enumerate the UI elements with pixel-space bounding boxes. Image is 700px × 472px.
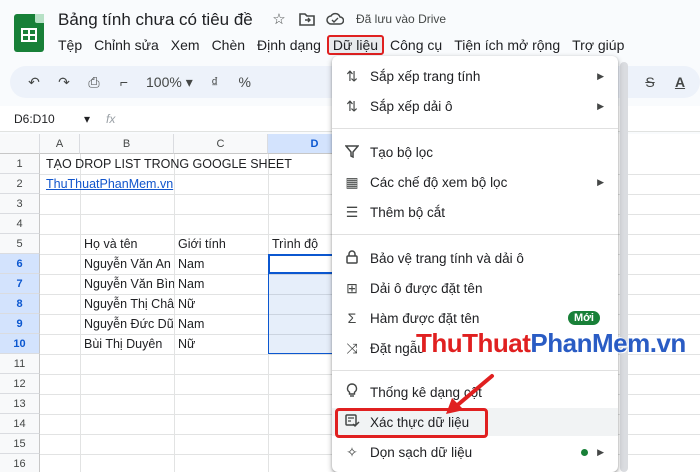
- active-cell[interactable]: [268, 254, 334, 274]
- row-header-11[interactable]: 11: [0, 354, 40, 374]
- menu-separator: [332, 370, 618, 371]
- text-color-icon[interactable]: A: [672, 74, 688, 90]
- cleanup-icon: ✧: [346, 443, 358, 460]
- menu-separator: [332, 128, 618, 129]
- row-header-7[interactable]: 7: [0, 274, 40, 294]
- menu-view[interactable]: Xem: [165, 35, 206, 55]
- cloud-saved-icon[interactable]: [326, 10, 344, 28]
- cell-d5[interactable]: Trình độ: [268, 234, 332, 254]
- new-badge: Mới: [567, 311, 600, 325]
- submenu-arrow-icon: ▶: [597, 446, 604, 457]
- sigma-icon: Σ: [347, 310, 357, 326]
- row-header-2[interactable]: 2: [0, 174, 40, 194]
- cell-c9[interactable]: Nam: [174, 314, 268, 334]
- row-header-12[interactable]: 12: [0, 374, 40, 394]
- redo-icon[interactable]: ↷: [56, 74, 72, 91]
- cell-c6[interactable]: Nam: [174, 254, 268, 274]
- cell-b6[interactable]: Nguyễn Văn An: [80, 254, 174, 274]
- menu-item-sort-sheet[interactable]: ⇅ Sắp xếp trang tính ▶: [332, 62, 618, 90]
- sort-icon: ⇅: [346, 67, 358, 84]
- annotation-arrow-icon: [446, 374, 494, 414]
- row-header-16[interactable]: 16: [0, 454, 40, 472]
- name-box[interactable]: D6:D10 ▾: [0, 112, 100, 126]
- menu-extensions[interactable]: Tiện ích mở rộng: [448, 35, 566, 55]
- row-header-3[interactable]: 3: [0, 194, 40, 214]
- row-header-8[interactable]: 8: [0, 294, 40, 314]
- submenu-arrow-icon: ▶: [597, 100, 604, 111]
- currency-button[interactable]: ₫: [207, 74, 223, 90]
- watermark: ThuThuatPhanMem.vn: [416, 328, 686, 358]
- saved-status: Đã lưu vào Drive: [356, 12, 447, 26]
- strikethrough-icon[interactable]: S: [642, 74, 658, 90]
- filter-views-icon: ▦: [345, 173, 359, 190]
- cell-c8[interactable]: Nữ: [174, 294, 268, 314]
- menu-tools[interactable]: Công cụ: [384, 35, 448, 55]
- new-indicator-dot: [581, 448, 588, 456]
- menu-data[interactable]: Dữ liệu: [326, 35, 385, 55]
- menu-edit[interactable]: Chỉnh sửa: [88, 35, 165, 55]
- menu-scrollbar[interactable]: [620, 62, 628, 472]
- print-icon[interactable]: ⎙: [86, 74, 102, 91]
- menu-separator: [332, 234, 618, 235]
- cell-b7[interactable]: Nguyễn Văn Bìn: [80, 274, 174, 294]
- column-header-b[interactable]: B: [80, 134, 174, 154]
- submenu-arrow-icon: ▶: [597, 176, 604, 187]
- menu-item-sort-range[interactable]: ⇅ Sắp xếp dải ô ▶: [332, 92, 618, 120]
- title-bar: Bảng tính chưa có tiêu đề ☆ Đã lưu vào D…: [0, 0, 700, 62]
- document-title[interactable]: Bảng tính chưa có tiêu đề: [58, 10, 253, 30]
- cell-c5[interactable]: Giới tính: [174, 234, 268, 254]
- menu-item-data-cleanup[interactable]: ✧ Dọn sạch dữ liệu ▶: [332, 438, 618, 466]
- row-header-14[interactable]: 14: [0, 414, 40, 434]
- menu-item-named-ranges[interactable]: ⊞ Dải ô được đặt tên: [332, 274, 618, 302]
- fx-icon: fx: [106, 111, 116, 126]
- row-header-1[interactable]: 1: [0, 154, 40, 174]
- menu-item-add-slicer[interactable]: ☰ Thêm bộ cắt: [332, 198, 618, 226]
- row-header-9[interactable]: 9: [0, 314, 40, 334]
- zoom-select[interactable]: 100% ▾: [146, 74, 193, 91]
- undo-icon[interactable]: ↶: [26, 74, 42, 91]
- paint-format-icon[interactable]: ⌐: [116, 74, 132, 90]
- row-header-10[interactable]: 10: [0, 334, 40, 354]
- lock-icon: [342, 249, 362, 267]
- sheets-logo-icon[interactable]: [14, 14, 44, 52]
- cell-a1[interactable]: TẠO DROP LIST TRONG GOOGLE SHEET: [42, 154, 332, 174]
- cell-b5[interactable]: Họ và tên: [80, 234, 174, 254]
- percent-button[interactable]: %: [237, 74, 253, 90]
- slicer-icon: ☰: [345, 203, 359, 220]
- lightbulb-icon: [342, 383, 362, 401]
- select-all-corner[interactable]: [0, 134, 40, 154]
- cell-c10[interactable]: Nữ: [174, 334, 268, 354]
- cell-b8[interactable]: Nguyễn Thị Châ: [80, 294, 174, 314]
- column-header-a[interactable]: A: [40, 134, 80, 154]
- cell-a2-link[interactable]: ThuThuatPhanMem.vn: [42, 174, 182, 194]
- sort-range-icon: ⇅: [346, 97, 358, 114]
- menu-bar: Tệp Chỉnh sửa Xem Chèn Định dạng Dữ liệu…: [52, 35, 630, 55]
- row-header-15[interactable]: 15: [0, 434, 40, 454]
- menu-item-protect[interactable]: Bảo vệ trang tính và dải ô: [332, 244, 618, 272]
- menu-help[interactable]: Trợ giúp: [566, 35, 630, 55]
- menu-insert[interactable]: Chèn: [206, 35, 251, 55]
- cell-b9[interactable]: Nguyễn Đức Dũ: [80, 314, 174, 334]
- row-header-5[interactable]: 5: [0, 234, 40, 254]
- row-header-4[interactable]: 4: [0, 214, 40, 234]
- menu-file[interactable]: Tệp: [52, 35, 88, 55]
- row-header-13[interactable]: 13: [0, 394, 40, 414]
- menu-item-filter-views[interactable]: ▦ Các chế độ xem bộ lọc ▶: [332, 168, 618, 196]
- row-header-6[interactable]: 6: [0, 254, 40, 274]
- chevron-down-icon: ▾: [83, 111, 90, 126]
- shuffle-icon: ⤨: [346, 339, 358, 356]
- filter-icon: [342, 144, 362, 161]
- cell-c7[interactable]: Nam: [174, 274, 268, 294]
- named-range-icon: ⊞: [346, 279, 358, 296]
- title-actions: ☆ Đã lưu vào Drive: [270, 10, 446, 28]
- move-to-folder-icon[interactable]: [298, 10, 316, 28]
- column-header-c[interactable]: C: [174, 134, 268, 154]
- menu-format[interactable]: Định dạng: [251, 35, 327, 55]
- submenu-arrow-icon: ▶: [597, 70, 604, 81]
- cell-b10[interactable]: Bùi Thị Duyên: [80, 334, 174, 354]
- menu-item-create-filter[interactable]: Tạo bộ lọc: [332, 138, 618, 166]
- star-icon[interactable]: ☆: [270, 10, 288, 28]
